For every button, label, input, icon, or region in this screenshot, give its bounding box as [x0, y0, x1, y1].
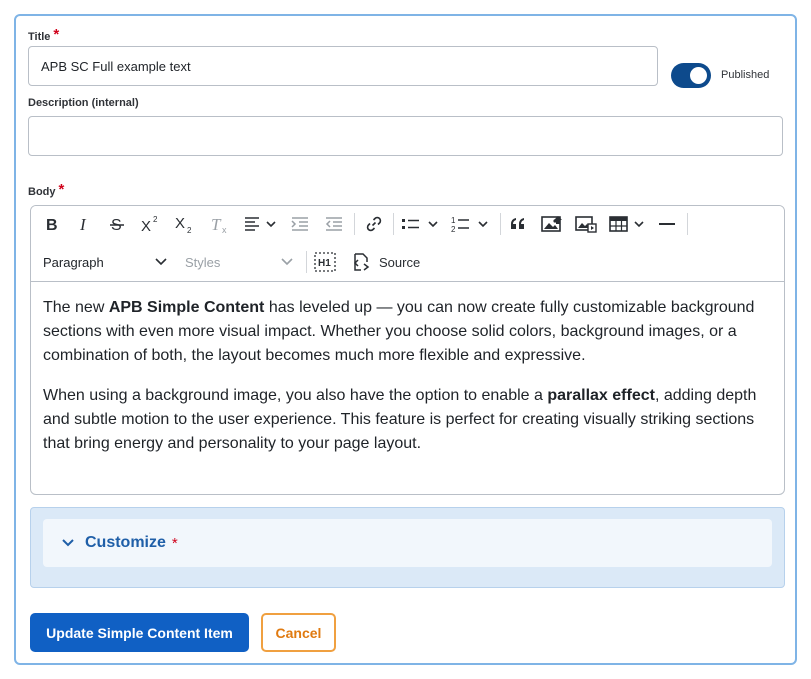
bold-icon[interactable]: B [39, 210, 65, 238]
strikethrough-icon[interactable]: S [104, 210, 130, 238]
svg-text:2: 2 [451, 225, 456, 233]
description-input[interactable] [28, 116, 783, 156]
link-icon[interactable] [361, 210, 387, 238]
customize-title: Customize [85, 534, 166, 551]
required-marker: * [171, 534, 178, 552]
svg-text:X: X [141, 218, 151, 233]
chevron-down-icon [155, 258, 167, 266]
toolbar-separator [687, 213, 688, 235]
customize-toggle[interactable]: Customize * [43, 519, 772, 567]
editor-content[interactable]: The new APB Simple Content has leveled u… [31, 283, 784, 494]
remove-format-icon[interactable]: Tx [207, 210, 235, 238]
svg-text:H1: H1 [318, 258, 331, 269]
customize-panel: Customize * [30, 507, 785, 588]
chevron-down-icon [62, 539, 74, 547]
media-icon[interactable] [572, 210, 600, 238]
insert-image-icon[interactable] [538, 210, 566, 238]
update-button[interactable]: Update Simple Content Item [30, 613, 249, 652]
svg-text:X: X [175, 215, 185, 232]
table-icon[interactable] [607, 210, 649, 238]
styles-select[interactable]: Styles [185, 248, 293, 276]
svg-text:B: B [46, 217, 58, 232]
heading-select-value: Paragraph [43, 254, 104, 270]
body-paragraph: When using a background image, you also … [43, 384, 772, 456]
toolbar-separator [393, 213, 394, 235]
superscript-icon[interactable]: X2 [137, 210, 165, 238]
text-run: The new [43, 299, 109, 316]
title-label-text: Title [28, 31, 51, 43]
bold-text-run: parallax effect [547, 387, 655, 404]
required-marker: * [53, 26, 60, 43]
cancel-button[interactable]: Cancel [261, 613, 336, 652]
styles-select-value: Styles [185, 254, 221, 270]
title-input-value: APB SC Full example text [41, 58, 191, 74]
description-label: Description (internal) [28, 97, 139, 109]
toolbar-separator [306, 251, 307, 273]
blockquote-icon[interactable] [505, 210, 531, 238]
horizontal-line-icon[interactable] [654, 210, 680, 238]
toolbar-separator [500, 213, 501, 235]
italic-icon[interactable]: I [71, 210, 97, 238]
heading-h1-icon[interactable]: H1 [313, 248, 337, 276]
subscript-icon[interactable]: X2 [171, 210, 199, 238]
editor-toolbar: B I S X2 X2 Tx 1 2 Paragraph Styles H1 S… [31, 206, 784, 282]
svg-text:2: 2 [153, 215, 158, 224]
align-icon[interactable] [241, 210, 281, 238]
bulleted-list-icon[interactable] [399, 210, 443, 238]
body-editor: B I S X2 X2 Tx 1 2 Paragraph Styles H1 S… [30, 205, 785, 495]
source-label: Source [379, 254, 421, 270]
toolbar-separator [354, 213, 355, 235]
edit-form: Title * APB SC Full example text Publishe… [14, 14, 797, 665]
svg-text:2: 2 [187, 226, 192, 233]
title-label: Title * [28, 26, 59, 43]
body-label: Body * [28, 181, 64, 198]
numbered-list-icon[interactable]: 12 [449, 210, 493, 238]
source-button[interactable]: Source [351, 248, 423, 276]
svg-text:x: x [222, 225, 227, 233]
source-icon [353, 253, 370, 271]
toggle-knob [690, 67, 707, 84]
outdent-icon[interactable] [287, 210, 313, 238]
body-label-text: Body [28, 186, 56, 198]
bold-text-run: APB Simple Content [108, 299, 265, 316]
svg-text:1: 1 [451, 216, 456, 225]
indent-icon[interactable] [321, 210, 347, 238]
body-paragraph: The new APB Simple Content has leveled u… [43, 296, 772, 368]
heading-select[interactable]: Paragraph [43, 248, 167, 276]
title-input[interactable]: APB SC Full example text [28, 46, 658, 86]
published-toggle[interactable] [671, 63, 711, 88]
svg-text:T: T [211, 215, 222, 233]
text-run: When using a background image, you also … [43, 387, 548, 404]
published-label: Published [721, 69, 770, 81]
required-marker: * [58, 181, 65, 198]
svg-text:I: I [79, 216, 87, 232]
chevron-down-icon [281, 258, 293, 266]
